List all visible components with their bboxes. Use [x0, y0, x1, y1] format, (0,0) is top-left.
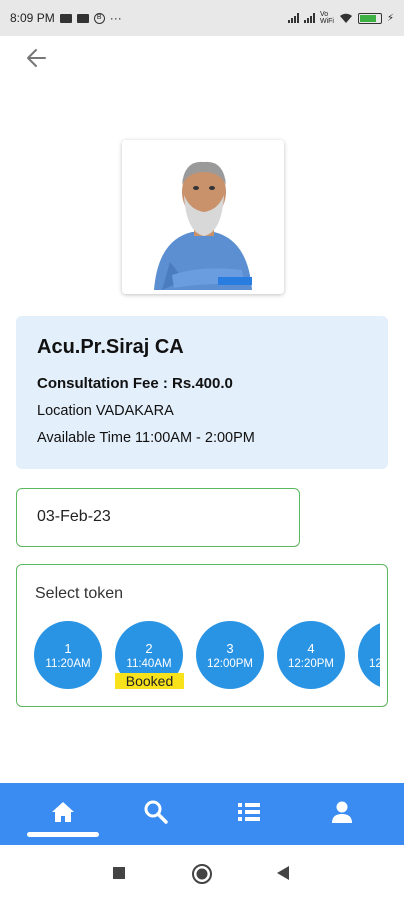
token-time: 11:20AM: [45, 658, 91, 670]
home-button-icon[interactable]: [191, 863, 213, 885]
token-number: 5: [358, 641, 380, 656]
token-number: 4: [307, 641, 315, 656]
date-value: 03-Feb-23: [37, 508, 111, 525]
token-time: 12:00PM: [206, 658, 254, 670]
consultation-fee: Consultation Fee : Rs.400.0: [37, 375, 233, 392]
more-icon: ···: [109, 11, 122, 25]
token-4[interactable]: 4 12:20PM: [277, 621, 345, 689]
list-icon[interactable]: [236, 799, 262, 825]
charging-icon: ⚡: [386, 12, 394, 24]
recents-icon[interactable]: [112, 866, 126, 880]
b-icon: B: [93, 12, 105, 24]
token-number: 3: [226, 641, 234, 656]
token-number: 2: [145, 641, 153, 656]
token-3[interactable]: 3 12:00PM: [196, 621, 264, 689]
doctor-photo-image: [122, 140, 284, 294]
system-nav-bar: [0, 845, 404, 900]
token-time: 12:40PM: [368, 658, 380, 670]
doctor-name: Acu.Pr.Siraj CA: [37, 336, 184, 358]
token-time: 11:40AM: [126, 658, 172, 670]
back-arrow-icon[interactable]: [22, 44, 50, 72]
volte-icon: Vo WiFi: [319, 11, 334, 25]
doctor-info-card: Acu.Pr.Siraj CA Consultation Fee : Rs.40…: [16, 316, 388, 469]
back-button-icon[interactable]: [276, 865, 290, 881]
search-icon[interactable]: [143, 799, 169, 825]
available-time: Available Time 11:00AM - 2:00PM: [37, 430, 255, 446]
booked-badge: Booked: [115, 673, 184, 689]
home-icon[interactable]: [50, 799, 76, 825]
signal-icon: [303, 13, 315, 23]
active-tab-indicator: [27, 832, 99, 837]
battery-icon: [357, 12, 382, 24]
token-time: 12:20PM: [287, 658, 335, 670]
message-icon: [59, 13, 72, 23]
token-5[interactable]: 5 12:40PM: [358, 621, 380, 689]
token-selector: Select token 1 11:20AM 2 11:40AM 3 12:00…: [16, 564, 388, 707]
signal-icon: [287, 13, 299, 23]
message-icon: [76, 13, 89, 23]
doctor-photo: [122, 140, 284, 294]
date-field[interactable]: 03-Feb-23: [16, 488, 300, 547]
location: Location VADAKARA: [37, 403, 174, 419]
person-icon[interactable]: [329, 799, 355, 825]
token-list[interactable]: 1 11:20AM 2 11:40AM 3 12:00PM 4 12:20PM …: [34, 621, 380, 691]
token-1[interactable]: 1 11:20AM: [34, 621, 102, 689]
token-number: 1: [64, 641, 72, 656]
select-token-label: Select token: [35, 585, 124, 602]
status-bar: 8:09 PM B ··· Vo WiFi ⚡: [0, 0, 404, 36]
wifi-icon: [339, 13, 352, 23]
status-time: 8:09 PM: [10, 11, 55, 25]
